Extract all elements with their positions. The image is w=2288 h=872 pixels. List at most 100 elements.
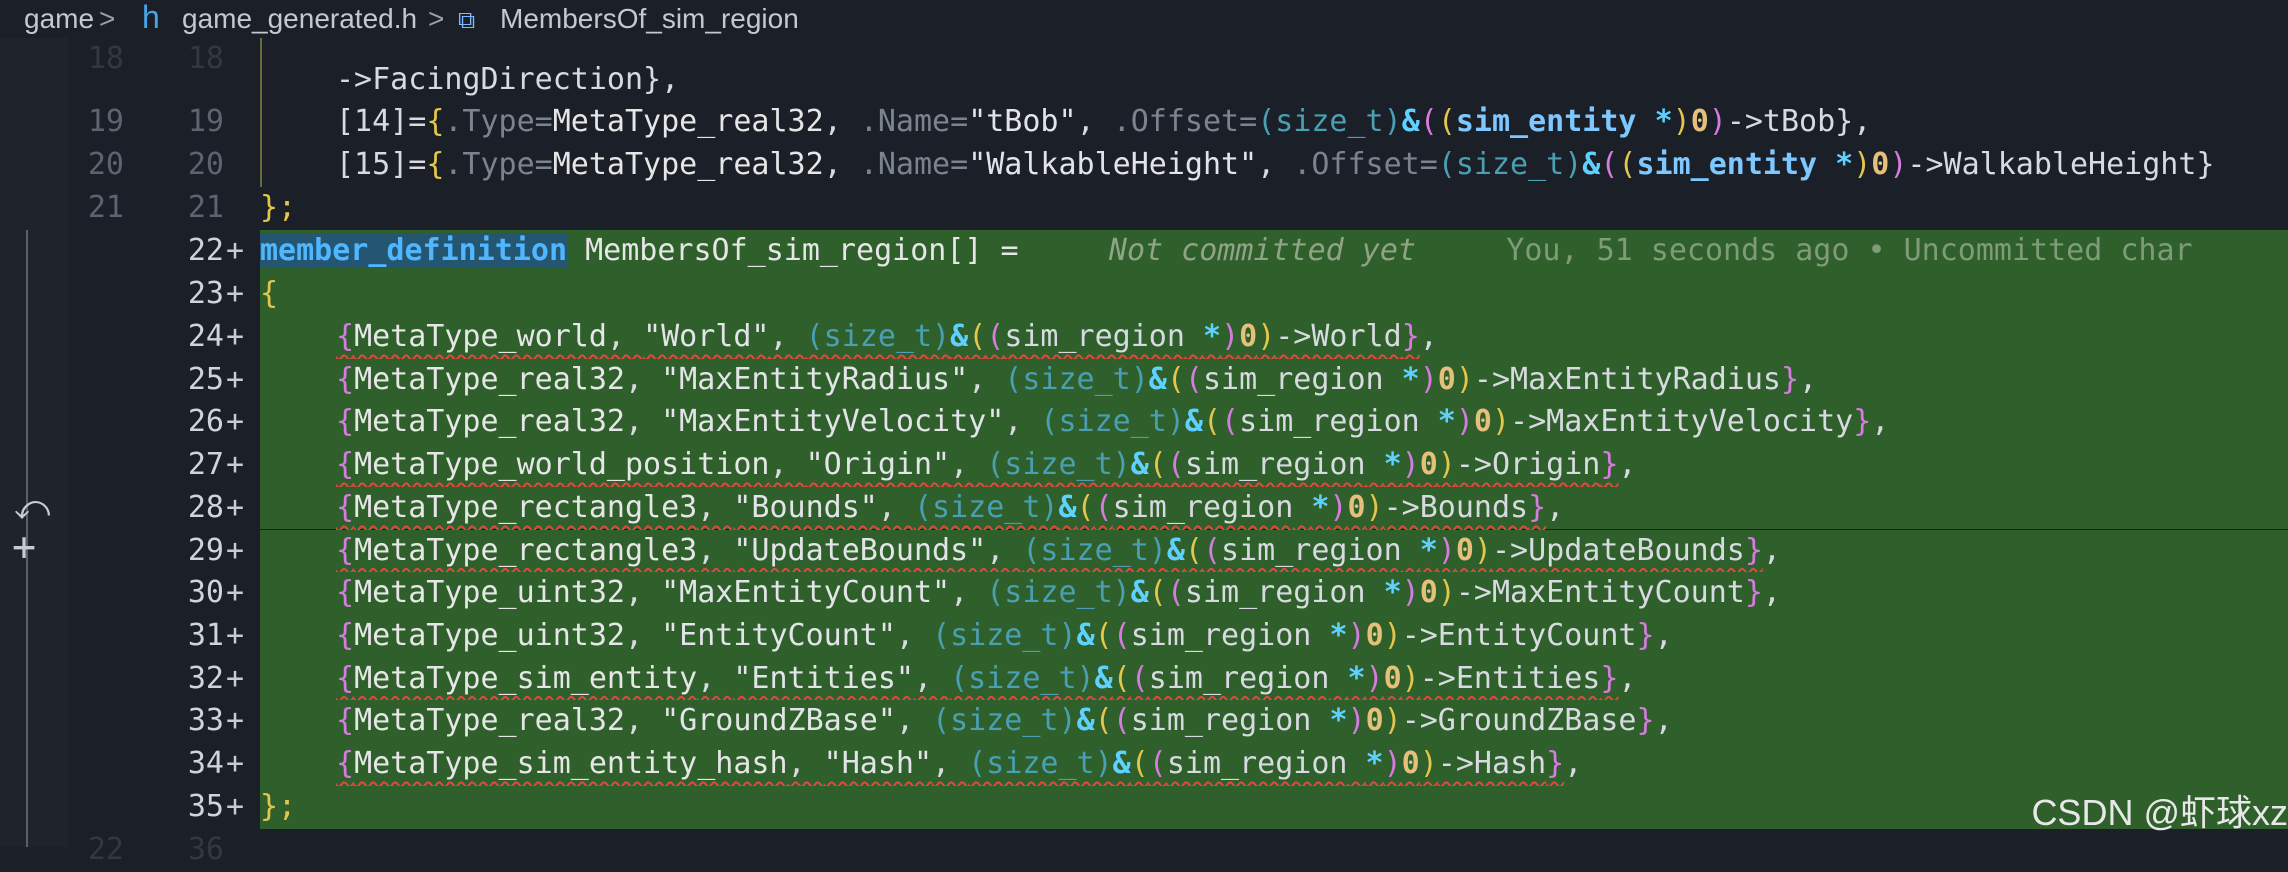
line-number: 28	[187, 489, 224, 525]
member-name-string: "MaxEntityVelocity"	[661, 404, 1005, 440]
code-line-added[interactable]: 32 + {MetaType_sim_entity, "Entities", (si…	[0, 657, 2288, 701]
designator: .Name=	[859, 147, 969, 182]
chevron-right-icon: >	[99, 3, 116, 34]
code-line-added[interactable]: 33 + {MetaType_real32, "GroundZBase", (siz…	[0, 700, 2288, 743]
type-name: sim_region	[1221, 532, 1402, 568]
cast-expr: (size_t)	[1040, 404, 1185, 440]
code-line-added[interactable]: 25 + {MetaType_real32, "MaxEntityRadius", …	[0, 358, 2288, 402]
member-entry: {MetaType_uint32, "MaxEntityCount", (siz…	[336, 575, 1763, 611]
opening-brace: {	[260, 276, 279, 311]
member-name-string: "Origin"	[805, 447, 951, 483]
member-name-string: "tBob"	[968, 104, 1077, 139]
line-number: 34	[187, 746, 224, 781]
code-line-added[interactable]: 24 + {MetaType_world, "World", (size_t)&((…	[0, 316, 2288, 359]
cast-expr: (size_t)	[968, 746, 1113, 781]
member-entry: {MetaType_real32, "MaxEntityRadius", (si…	[336, 361, 1800, 397]
member-entry: {MetaType_sim_entity, "Entities", (size_…	[336, 660, 1619, 696]
meta-type: MetaType_sim_entity	[354, 660, 698, 696]
type-name: sim_region	[1239, 404, 1420, 440]
line-number: 35	[187, 789, 224, 824]
code-editor[interactable]: 18 18 ->FacingDirection}, 19 19 [14]={.T…	[0, 0, 2288, 867]
cast-expr: (size_t)	[1004, 361, 1149, 397]
watermark: CSDN @虾球xz	[2031, 792, 2288, 833]
undo-icon[interactable]: ⤺	[14, 488, 50, 528]
code-line[interactable]: 21 21 };	[0, 187, 2288, 230]
code-line-added[interactable]: 29 + {MetaType_rectangle3, "UpdateBounds",…	[0, 529, 2288, 573]
added-line-marker: +	[226, 233, 245, 268]
struct-icon: ⧉	[458, 7, 476, 34]
array-index: [14]=	[336, 104, 427, 139]
code-line[interactable]: 20 20 [15]={.Type=MetaType_real32, .Name…	[0, 144, 2288, 187]
cast-expr: (size_t)	[932, 617, 1077, 653]
code-line[interactable]: 19 19 [14]={.Type=MetaType_real32, .Name…	[0, 101, 2288, 144]
code-line-added[interactable]: 30 + {MetaType_uint32, "MaxEntityCount", (…	[0, 572, 2288, 615]
member-entry: {MetaType_real32, "MaxEntityVelocity", (…	[336, 404, 1872, 440]
breadcrumb-folder[interactable]: game	[24, 2, 94, 36]
member-entry: {MetaType_real32, "GroundZBase", (size_t…	[336, 703, 1655, 739]
code-line-added[interactable]: 31 + {MetaType_uint32, "EntityCount", (siz…	[0, 614, 2288, 658]
member-access: ->Bounds	[1383, 489, 1529, 525]
line-number: 24	[187, 319, 224, 354]
member-name-string: "MaxEntityRadius"	[661, 361, 969, 397]
code-line-added[interactable]: 34 + {MetaType_sim_entity_hash, "Hash", (s…	[0, 743, 2288, 786]
meta-type: MetaType_world_position	[354, 447, 770, 483]
line-number: 30	[187, 575, 224, 611]
type-name: sim_region	[1130, 703, 1312, 739]
added-line-marker: +	[226, 660, 245, 696]
added-line-marker: +	[226, 276, 245, 311]
meta-type: MetaType_real32	[552, 104, 824, 139]
closing-brace: };	[260, 190, 297, 225]
meta-type: MetaType_real32	[552, 147, 824, 182]
added-line-marker: +	[226, 703, 245, 739]
member-access: ->UpdateBounds	[1491, 532, 1745, 568]
member-access: ->FacingDirection},	[336, 62, 680, 97]
indent-guide	[260, 38, 262, 187]
member-name-string: "Entities"	[733, 660, 914, 696]
meta-type: MetaType_rectangle3	[354, 532, 698, 568]
member-access: ->GroundZBase	[1401, 703, 1637, 739]
meta-type: MetaType_real32	[354, 404, 625, 440]
breadcrumb-file[interactable]: game_generated.h	[182, 2, 417, 36]
cast-expr: (size_t)	[805, 319, 951, 354]
line-number: 26	[187, 404, 224, 440]
breadcrumb-symbol[interactable]: MembersOf_sim_region	[500, 2, 799, 36]
cast-expr: (size_t)	[986, 447, 1131, 483]
member-name-string: "Bounds"	[733, 489, 878, 525]
code-line-added[interactable]: 22 + member_definition MembersOf_sim_reg…	[0, 230, 2288, 273]
git-blame-detail: You, 51 seconds ago • Uncommitted char	[1506, 233, 2193, 268]
symbol-name: MembersOf_sim_region[] =	[585, 233, 1019, 268]
chevron-right-icon: >	[428, 3, 445, 34]
meta-type: MetaType_real32	[354, 361, 625, 397]
line-number: 22	[87, 832, 124, 867]
cast-expr: (size_t)	[986, 575, 1131, 611]
c-header-file-icon: h	[142, 0, 160, 35]
code-line-added[interactable]: 35 + };	[0, 786, 2288, 829]
type-name: sim_region	[1184, 575, 1366, 611]
member-name-string: "World"	[643, 319, 770, 354]
git-blame-annotation: Not committed yet	[1108, 233, 1416, 268]
code-line-partial[interactable]: 22 36	[0, 829, 2288, 872]
line-number: 27	[187, 447, 224, 483]
designator: .Offset=	[1293, 147, 1438, 182]
added-line-marker: +	[226, 489, 245, 525]
code-line[interactable]: ->FacingDirection},	[0, 59, 2288, 102]
added-line-marker: +	[226, 746, 245, 781]
code-line-added[interactable]: 23 + {	[0, 273, 2288, 316]
code-line-added[interactable]: 27 + {MetaType_world_position, "Origin", (…	[0, 444, 2288, 487]
plus-icon[interactable]: +	[12, 527, 36, 567]
line-number: 22	[187, 233, 224, 268]
code-line-added[interactable]: 26 + {MetaType_real32, "MaxEntityVelocity"…	[0, 401, 2288, 445]
code-line-added[interactable]: 28 + {MetaType_rectangle3, "Bounds", (size…	[0, 486, 2288, 530]
type-keyword: member_definition	[260, 233, 568, 268]
line-number: 32	[187, 660, 224, 696]
type-name: sim_entity	[1455, 104, 1637, 139]
added-line-marker: +	[226, 532, 245, 568]
member-access: ->tBob},	[1726, 104, 1872, 139]
line-number: 36	[187, 832, 224, 867]
line-number: 20	[187, 147, 224, 182]
cast-expr: (size_t)	[1022, 532, 1167, 568]
meta-type: MetaType_rectangle3	[354, 489, 698, 525]
member-access: ->World	[1275, 319, 1402, 354]
type-name: sim_region	[1184, 447, 1366, 483]
added-line-marker: +	[226, 319, 245, 354]
